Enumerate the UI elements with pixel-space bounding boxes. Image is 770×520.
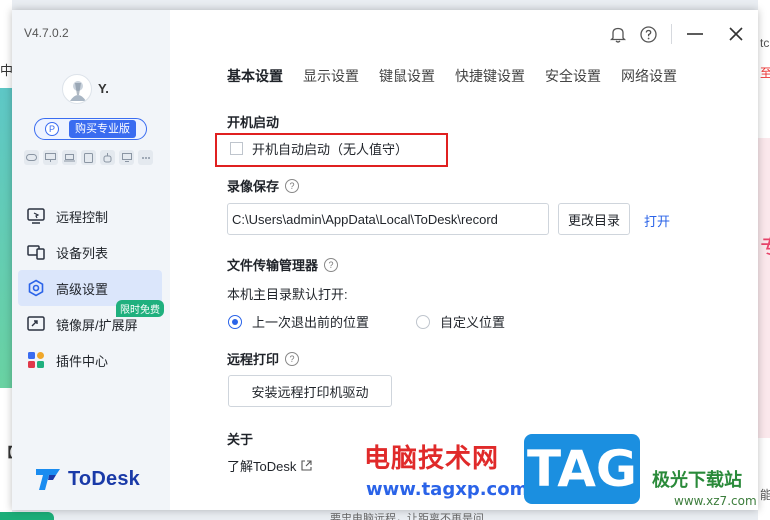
sidebar-item-label: 高级设置 <box>56 281 109 297</box>
change-directory-button[interactable]: 更改目录 <box>558 203 630 235</box>
startup-section-title: 开机启动 <box>227 112 279 131</box>
default-dir-label: 本机主目录默认打开: <box>227 287 348 302</box>
tab-keyboard-mouse-settings[interactable]: 键鼠设置 <box>379 66 435 86</box>
tab-security-settings[interactable]: 安全设置 <box>545 66 601 86</box>
sidebar-item-remote-control[interactable]: 远程控制 <box>18 198 162 234</box>
sidebar-item-plugin-center[interactable]: 插件中心 <box>18 342 162 378</box>
bell-icon[interactable] <box>608 24 628 44</box>
background-text: 要忠电脑远程，让距离不再是问 <box>330 513 484 520</box>
background-text: 专 <box>760 228 770 263</box>
tab-display-settings[interactable]: 显示设置 <box>303 66 359 86</box>
tab-network-settings[interactable]: 网络设置 <box>621 66 677 86</box>
radio-label: 上一次退出前的位置 <box>252 315 370 330</box>
record-path-input[interactable] <box>227 203 549 235</box>
todesk-logo: ToDesk <box>34 466 140 492</box>
help-circle-icon[interactable]: ? <box>285 178 300 193</box>
auto-start-label: 开机自动启动（无人值守） <box>252 142 409 157</box>
laptop-icon[interactable] <box>62 150 77 165</box>
version-label: V4.7.0.2 <box>24 26 69 40</box>
section-title-text: 远程打印 <box>227 352 280 367</box>
buy-pro-button[interactable]: P 购买专业版 <box>34 118 147 140</box>
limited-free-badge: 限时免费 <box>116 300 164 317</box>
help-circle-icon[interactable]: ? <box>324 257 339 272</box>
cast-icon[interactable] <box>119 150 134 165</box>
background-button <box>0 512 54 520</box>
logo-text: ToDesk <box>68 467 140 490</box>
gamepad-icon[interactable] <box>24 150 39 165</box>
watermark-site-url: www.tagxp.com <box>366 479 529 500</box>
watermark-brand-url: www.xz7.com <box>674 494 757 508</box>
avatar[interactable] <box>62 74 92 104</box>
more-icon[interactable] <box>138 150 153 165</box>
sidebar-item-label: 设备列表 <box>56 245 109 261</box>
tab-shortcut-settings[interactable]: 快捷键设置 <box>455 66 525 86</box>
auto-start-option[interactable]: 开机自动启动（无人值守） <box>230 139 408 158</box>
todesk-logo-icon <box>36 469 60 490</box>
section-title-text: 录像保存 <box>227 179 280 194</box>
background-text: tc <box>760 36 770 50</box>
titlebar-divider <box>671 24 672 44</box>
learn-todesk-link[interactable]: 了解ToDesk <box>227 456 312 475</box>
install-printer-driver-button[interactable]: 安装远程打印机驱动 <box>228 375 392 407</box>
username: Y. <box>98 81 109 96</box>
background-text: 至 <box>760 66 770 80</box>
tablet-icon[interactable] <box>81 150 96 165</box>
settings-tabs: 基本设置 显示设置 键鼠设置 快捷键设置 安全设置 网络设置 <box>227 66 697 86</box>
watermark-tag-logo: TAG <box>524 434 640 504</box>
tab-basic-settings[interactable]: 基本设置 <box>227 66 283 86</box>
plugin-icon <box>26 350 46 370</box>
open-folder-link[interactable]: 打开 <box>644 211 670 230</box>
sidebar: V4.7.0.2 Y. P 购买专业版 远程控制 设备列表 高级设置 镜像屏/扩… <box>12 10 170 510</box>
learn-todesk-label: 了解ToDesk <box>227 459 297 474</box>
device-list-icon <box>26 242 46 262</box>
about-section-title: 关于 <box>227 429 253 448</box>
monitor-icon[interactable] <box>43 150 58 165</box>
radio-last-location[interactable]: 上一次退出前的位置 <box>228 312 369 331</box>
external-link-icon <box>301 460 312 471</box>
watermark-site-name: 电脑技术网 <box>364 444 500 474</box>
section-title-text: 文件传输管理器 <box>227 258 319 273</box>
help-icon[interactable] <box>638 24 658 44</box>
remote-control-icon <box>26 206 46 226</box>
mirror-screen-icon <box>26 314 46 334</box>
sidebar-nav: 远程控制 设备列表 高级设置 镜像屏/扩展屏 限时免费 插件中心 <box>18 198 164 378</box>
radio-custom-location[interactable]: 自定义位置 <box>416 312 505 331</box>
file-transfer-section-title: 文件传输管理器 ? <box>227 255 339 274</box>
device-icon-row <box>24 150 153 165</box>
todesk-settings-window: V4.7.0.2 Y. P 购买专业版 远程控制 设备列表 高级设置 镜像屏/扩… <box>12 10 758 510</box>
settings-hex-icon <box>26 278 46 298</box>
section-title-text: 关于 <box>227 432 254 447</box>
close-icon[interactable] <box>726 24 746 44</box>
pro-badge-icon: P <box>45 122 59 136</box>
watermark-brand: 极光下载站 <box>652 470 742 491</box>
robot-icon[interactable] <box>100 150 115 165</box>
auto-start-checkbox[interactable] <box>230 142 243 155</box>
section-title-text: 开机启动 <box>227 115 280 130</box>
sidebar-item-mirror-screen[interactable]: 镜像屏/扩展屏 限时免费 <box>18 300 164 342</box>
recording-section-title: 录像保存 ? <box>227 176 300 195</box>
radio-button[interactable] <box>416 314 430 329</box>
sidebar-item-label: 镜像屏/扩展屏 <box>56 317 138 333</box>
minimize-icon[interactable] <box>685 24 705 44</box>
radio-label: 自定义位置 <box>440 315 506 330</box>
background-window-left: 中 【 <box>0 0 54 520</box>
background-banner <box>0 88 12 388</box>
background-text: 能 <box>760 488 770 502</box>
help-circle-icon[interactable]: ? <box>285 351 300 366</box>
buy-pro-label: 购买专业版 <box>69 120 136 138</box>
background-window-right: tc 至 专 能 <box>758 0 770 520</box>
sidebar-item-device-list[interactable]: 设备列表 <box>18 234 162 270</box>
sidebar-item-label: 插件中心 <box>56 353 109 369</box>
sidebar-item-label: 远程控制 <box>56 209 109 225</box>
radio-button[interactable] <box>228 314 242 329</box>
background-banner <box>758 138 770 438</box>
remote-print-section-title: 远程打印 ? <box>227 349 300 368</box>
